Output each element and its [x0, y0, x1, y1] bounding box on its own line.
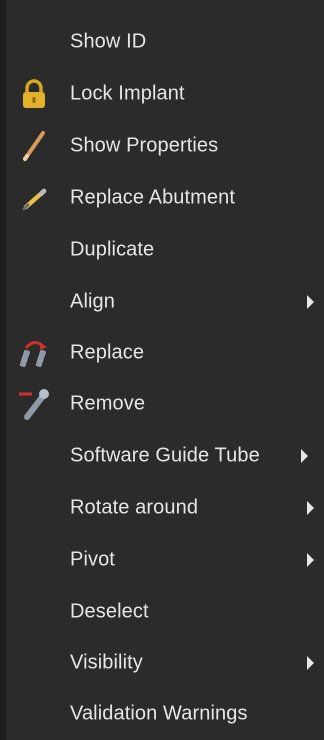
menu-item-label: Show Properties [70, 134, 219, 157]
menu-item-software-guide-tube[interactable]: Software Guide Tube [6, 430, 324, 482]
menu-item-replace[interactable]: Replace [6, 327, 324, 379]
menu-item-label: Lock Implant [70, 82, 185, 105]
replace-implant-icon [16, 335, 52, 371]
menu-item-align[interactable]: Align [6, 276, 324, 328]
menu-item-label: Duplicate [70, 238, 155, 261]
menu-item-deselect[interactable]: Deselect [6, 586, 324, 638]
submenu-arrow-icon [307, 295, 314, 309]
lock-icon [16, 76, 52, 112]
menu-item-label: Pivot [70, 548, 115, 571]
pencil-abutment-icon [16, 180, 52, 216]
menu-item-pivot[interactable]: Pivot [6, 534, 324, 586]
menu-item-label: Software Guide Tube [70, 444, 260, 467]
menu-item-replace-abutment[interactable]: Replace Abutment [6, 172, 324, 224]
submenu-arrow-icon [307, 656, 314, 670]
menu-item-show-properties[interactable]: Show Properties [6, 120, 324, 172]
menu-item-label: Deselect [70, 600, 149, 623]
submenu-arrow-icon [307, 501, 314, 515]
menu-item-label: Remove [70, 392, 146, 415]
menu-item-lock-implant[interactable]: Lock Implant [6, 68, 324, 120]
menu-item-label: Rotate around [70, 496, 199, 519]
submenu-arrow-icon [307, 553, 314, 567]
menu-item-label: Align [70, 290, 115, 313]
menu-item-show-id[interactable]: Show ID [6, 16, 324, 68]
menu-item-remove[interactable]: Remove [6, 378, 324, 430]
menu-item-duplicate[interactable]: Duplicate [6, 224, 324, 276]
menu-item-rotate-around[interactable]: Rotate around [6, 482, 324, 534]
menu-item-label: Replace Abutment [70, 186, 236, 209]
menu-item-validation-warnings[interactable]: Validation Warnings [6, 688, 324, 740]
menu-item-visibility[interactable]: Visibility [6, 637, 324, 689]
context-menu: Show ID Lock Implant Show Properties Rep… [0, 0, 324, 740]
menu-item-label: Replace [70, 341, 145, 364]
remove-implant-icon [16, 386, 52, 422]
submenu-arrow-icon [301, 449, 308, 463]
menu-item-label: Show ID [70, 30, 147, 53]
menu-item-label: Validation Warnings [70, 702, 248, 725]
pencil-icon [16, 128, 52, 164]
menu-item-label: Visibility [70, 651, 143, 674]
